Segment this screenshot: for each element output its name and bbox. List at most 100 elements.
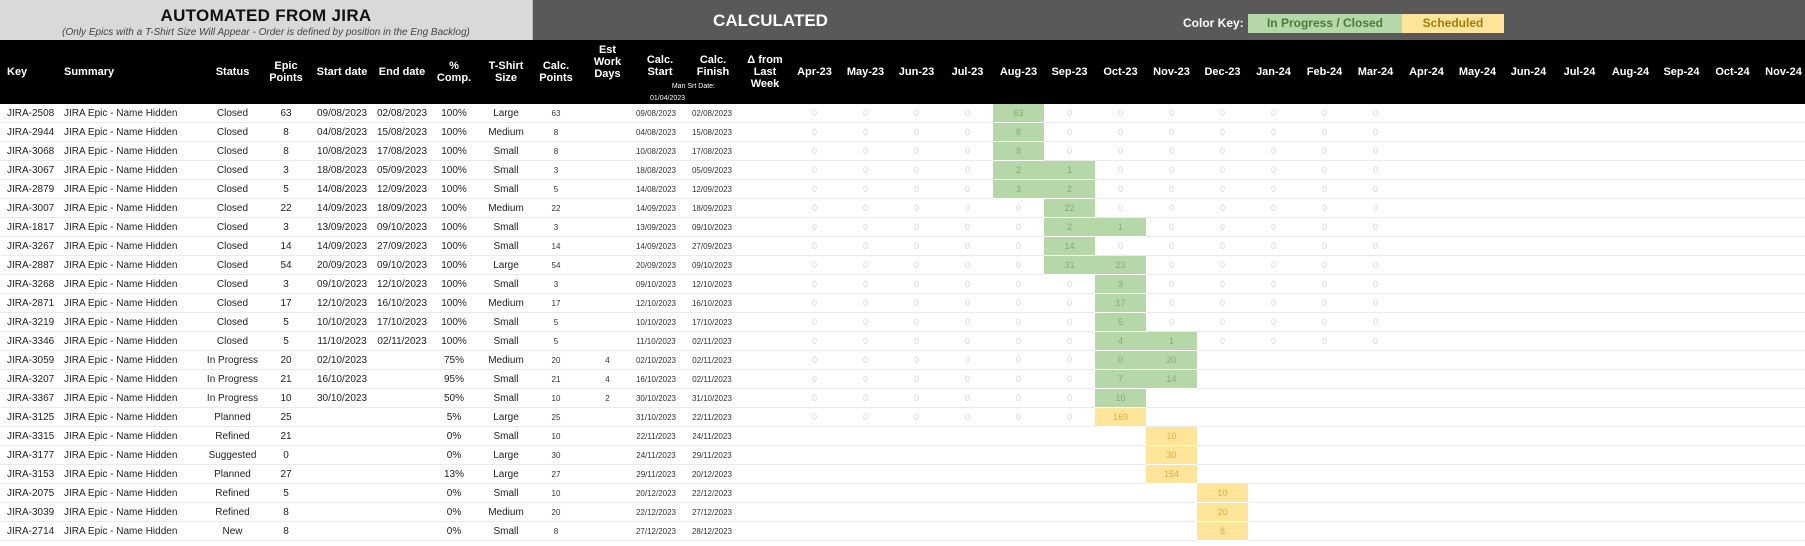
gantt-cell-blank[interactable] <box>1350 446 1401 465</box>
gantt-cell-empty[interactable]: 0 <box>891 180 942 199</box>
gantt-cell-in-progress[interactable]: 0 <box>1095 351 1146 370</box>
gantt-cell-empty[interactable]: 0 <box>1044 332 1095 351</box>
gantt-cell-empty[interactable]: 0 <box>1350 275 1401 294</box>
row-start-date[interactable]: 14/09/2023 <box>314 199 370 218</box>
gantt-cell-blank[interactable] <box>1401 484 1452 503</box>
gantt-cell-blank[interactable] <box>1758 256 1805 275</box>
row-summary[interactable]: JIRA Epic - Name Hidden <box>64 199 199 218</box>
gantt-cell-empty[interactable]: 0 <box>840 313 891 332</box>
table-row[interactable]: JIRA-3153 JIRA Epic - Name Hidden Planned 2… <box>0 465 1805 484</box>
gantt-cell-blank[interactable] <box>1248 389 1299 408</box>
row-tshirt-size[interactable]: Small <box>481 161 531 180</box>
gantt-cell-empty[interactable]: 0 <box>891 370 942 389</box>
gantt-cell-empty[interactable]: 0 <box>1146 161 1197 180</box>
row-work-days[interactable] <box>585 218 630 237</box>
table-row[interactable]: JIRA-3067 JIRA Epic - Name Hidden Closed 3 1… <box>0 161 1805 180</box>
gantt-cell-blank[interactable] <box>789 465 840 484</box>
row-status[interactable]: In Progress <box>200 370 265 389</box>
gantt-cell-empty[interactable]: 0 <box>1146 294 1197 313</box>
gantt-cell-empty[interactable]: 0 <box>1350 161 1401 180</box>
gantt-cell-in-progress[interactable]: 2 <box>993 161 1044 180</box>
row-tshirt-size[interactable]: Large <box>481 408 531 427</box>
gantt-cell-empty[interactable]: 0 <box>1044 104 1095 123</box>
gantt-cell-blank[interactable] <box>1656 237 1707 256</box>
gantt-cell-empty[interactable]: 0 <box>1146 218 1197 237</box>
gantt-cell-blank[interactable] <box>1707 465 1758 484</box>
gantt-cell-blank[interactable] <box>1656 446 1707 465</box>
row-end-date[interactable] <box>374 465 430 484</box>
gantt-cell-blank[interactable] <box>1554 256 1605 275</box>
row-tshirt-size[interactable]: Small <box>481 332 531 351</box>
gantt-cell-blank[interactable] <box>1452 218 1503 237</box>
row-work-days[interactable] <box>585 294 630 313</box>
gantt-cell-blank[interactable] <box>1197 446 1248 465</box>
row-key[interactable]: JIRA-3067 <box>7 161 62 180</box>
gantt-cell-blank[interactable] <box>1656 427 1707 446</box>
row-tshirt-size[interactable]: Small <box>481 275 531 294</box>
row-calc-points[interactable]: 21 <box>536 370 576 389</box>
gantt-cell-blank[interactable] <box>993 522 1044 541</box>
gantt-cell-in-progress[interactable]: 14 <box>1044 237 1095 256</box>
row-start-date[interactable] <box>314 522 370 541</box>
row-calc-finish[interactable]: 17/08/2023 <box>687 142 737 161</box>
gantt-cell-blank[interactable] <box>1248 351 1299 370</box>
row-calc-points[interactable]: 10 <box>536 427 576 446</box>
row-key[interactable]: JIRA-2075 <box>7 484 62 503</box>
gantt-cell-blank[interactable] <box>1401 218 1452 237</box>
row-start-date[interactable] <box>314 446 370 465</box>
row-calc-points[interactable]: 3 <box>536 161 576 180</box>
gantt-cell-empty[interactable]: 0 <box>1248 161 1299 180</box>
row-pct-complete[interactable]: 0% <box>434 503 474 522</box>
row-pct-complete[interactable]: 100% <box>434 332 474 351</box>
row-calc-finish[interactable]: 09/10/2023 <box>687 256 737 275</box>
row-pct-complete[interactable]: 100% <box>434 237 474 256</box>
gantt-cell-empty[interactable]: 0 <box>1095 161 1146 180</box>
row-key[interactable]: JIRA-1817 <box>7 218 62 237</box>
gantt-cell-empty[interactable]: 0 <box>1146 142 1197 161</box>
row-work-days[interactable] <box>585 484 630 503</box>
row-epic-points[interactable]: 5 <box>266 180 306 199</box>
gantt-cell-blank[interactable] <box>1554 237 1605 256</box>
gantt-cell-empty[interactable]: 0 <box>1044 370 1095 389</box>
row-tshirt-size[interactable]: Medium <box>481 294 531 313</box>
gantt-cell-blank[interactable] <box>1605 503 1656 522</box>
gantt-cell-blank[interactable] <box>1197 389 1248 408</box>
row-end-date[interactable] <box>374 503 430 522</box>
gantt-cell-empty[interactable]: 0 <box>1350 294 1401 313</box>
gantt-cell-empty[interactable]: 0 <box>891 161 942 180</box>
row-calc-points[interactable]: 22 <box>536 199 576 218</box>
row-start-date[interactable]: 16/10/2023 <box>314 370 370 389</box>
row-work-days[interactable] <box>585 256 630 275</box>
row-calc-points[interactable]: 8 <box>536 123 576 142</box>
row-pct-complete[interactable]: 100% <box>434 218 474 237</box>
gantt-cell-empty[interactable]: 0 <box>1197 199 1248 218</box>
row-start-date[interactable]: 14/09/2023 <box>314 237 370 256</box>
row-epic-points[interactable]: 22 <box>266 199 306 218</box>
table-row[interactable]: JIRA-2714 JIRA Epic - Name Hidden New 8 0% Sm… <box>0 522 1805 541</box>
row-delta[interactable] <box>740 237 790 256</box>
gantt-cell-empty[interactable]: 0 <box>1044 123 1095 142</box>
gantt-cell-blank[interactable] <box>1401 446 1452 465</box>
gantt-cell-empty[interactable]: 0 <box>942 123 993 142</box>
gantt-cell-blank[interactable] <box>1656 332 1707 351</box>
gantt-cell-blank[interactable] <box>1707 351 1758 370</box>
gantt-cell-blank[interactable] <box>1503 313 1554 332</box>
gantt-cell-blank[interactable] <box>1758 484 1805 503</box>
col-header-summary[interactable]: Summary <box>64 40 144 104</box>
row-calc-finish[interactable]: 15/08/2023 <box>687 123 737 142</box>
row-summary[interactable]: JIRA Epic - Name Hidden <box>64 237 199 256</box>
gantt-cell-blank[interactable] <box>1248 465 1299 484</box>
row-work-days[interactable]: 4 <box>585 351 630 370</box>
gantt-cell-empty[interactable]: 0 <box>789 275 840 294</box>
gantt-cell-blank[interactable] <box>1248 446 1299 465</box>
gantt-cell-empty[interactable]: 0 <box>840 275 891 294</box>
row-status[interactable]: Closed <box>200 142 265 161</box>
gantt-cell-blank[interactable] <box>1401 522 1452 541</box>
row-epic-points[interactable]: 20 <box>266 351 306 370</box>
gantt-cell-empty[interactable]: 0 <box>840 199 891 218</box>
row-delta[interactable] <box>740 351 790 370</box>
row-epic-points[interactable]: 5 <box>266 332 306 351</box>
row-calc-start[interactable]: 02/10/2023 <box>630 351 682 370</box>
row-tshirt-size[interactable]: Small <box>481 218 531 237</box>
row-delta[interactable] <box>740 313 790 332</box>
